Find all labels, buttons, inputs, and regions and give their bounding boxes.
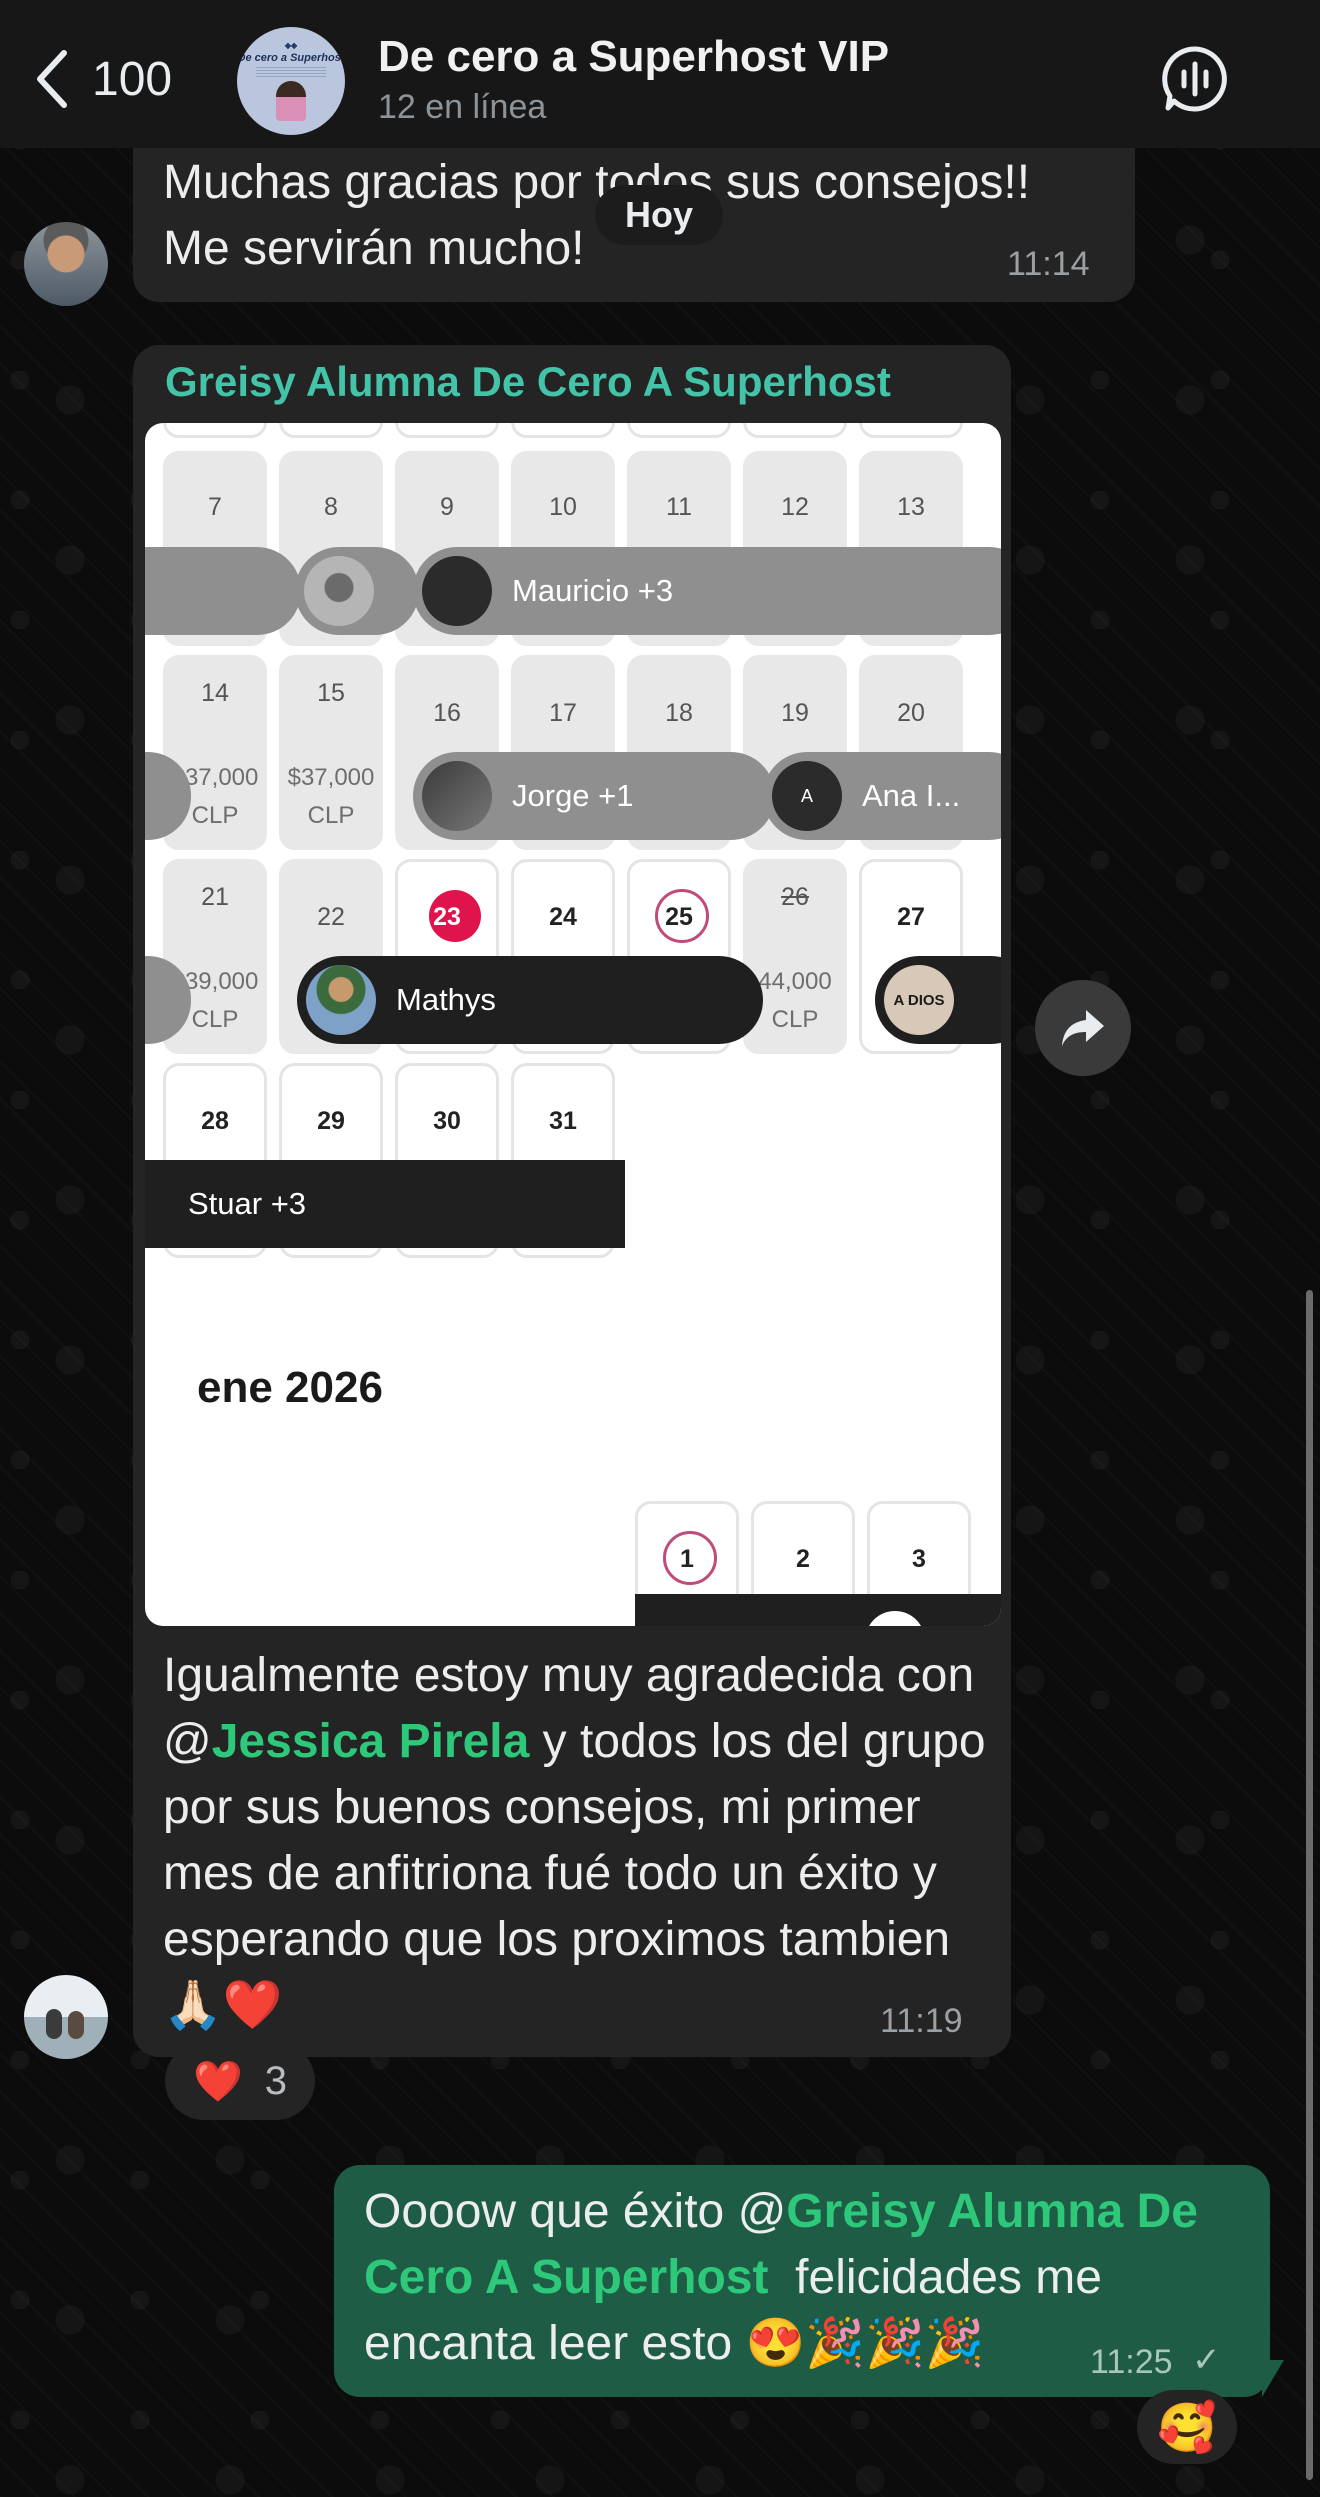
booking-bar xyxy=(145,547,301,635)
message-text: Igualmente estoy muy agradecida con @Jes… xyxy=(163,1643,998,2039)
calendar-day: 28 xyxy=(201,1107,229,1135)
guest-avatar: A xyxy=(772,761,842,831)
calendar-day: 7 xyxy=(208,493,222,521)
booking-guest: Ana I... xyxy=(862,778,961,813)
calendar-day: 24 xyxy=(549,903,577,931)
booking-guest: Jorge +1 xyxy=(512,778,634,813)
calendar-cell xyxy=(859,423,963,438)
sender-avatar[interactable] xyxy=(24,1975,108,2059)
calendar-day: 31 xyxy=(549,1107,577,1135)
mention-link[interactable]: Jessica Pirela xyxy=(212,1715,530,1768)
calendar-day: 11 xyxy=(666,493,692,521)
calendar-day: 2 xyxy=(796,1545,810,1573)
calendar-day: 9 xyxy=(440,493,454,521)
calendar-cell xyxy=(395,423,499,438)
message-reaction[interactable]: ❤️ 3 xyxy=(165,2042,315,2120)
calendar-day: 1 xyxy=(680,1545,694,1573)
guest-avatar xyxy=(422,761,492,831)
calendar-day: 15 xyxy=(317,679,345,707)
scrollbar[interactable] xyxy=(1306,1290,1313,2480)
forward-button[interactable] xyxy=(1035,980,1131,1076)
back-button[interactable]: 100 xyxy=(30,44,200,114)
booking-bar xyxy=(295,547,419,635)
avatar-figure xyxy=(68,2011,84,2039)
guest-avatar xyxy=(304,556,374,626)
calendar-day: 20 xyxy=(897,699,925,727)
guest-avatar xyxy=(306,965,376,1035)
avatar-figure xyxy=(46,2009,62,2039)
avatar-text-lines xyxy=(256,67,326,77)
calendar-cell xyxy=(743,423,847,438)
message-time: 11:25 xyxy=(1090,2343,1173,2381)
heart-icon: ❤️ xyxy=(192,2059,243,2104)
calendar-day: 18 xyxy=(665,699,693,727)
calendar-day-today: 23 xyxy=(433,903,461,931)
booking-bar: Jorge +1 xyxy=(413,752,775,840)
calendar-cell xyxy=(279,423,383,438)
sent-check-icon: ✓ xyxy=(1192,2341,1221,2379)
message-text-part: Oooow que éxito @ xyxy=(364,2185,787,2238)
booking-guest: Mathys xyxy=(396,982,496,1017)
booking-bar: Stuar +3 xyxy=(145,1160,625,1248)
online-status: 12 en línea xyxy=(378,88,547,126)
calendar-cell xyxy=(511,423,615,438)
group-title[interactable]: De cero a Superhost VIP xyxy=(378,32,889,82)
message-time: 11:14 xyxy=(1007,245,1090,283)
guest-avatar: A DIOS xyxy=(884,965,954,1035)
calendar-day: 22 xyxy=(317,903,345,931)
calendar-day: 29 xyxy=(317,1107,345,1135)
message-time: 11:19 xyxy=(880,2002,963,2040)
group-avatar[interactable]: ◆◆ De cero a Superhost xyxy=(237,27,345,135)
date-separator: Hoy xyxy=(595,185,723,245)
bubble-tail xyxy=(1262,2360,1284,2397)
sender-avatar[interactable] xyxy=(24,222,108,306)
month-label: ene 2026 xyxy=(197,1363,383,1412)
chevron-left-icon xyxy=(37,50,67,108)
booking-guest: Stuar +3 xyxy=(188,1186,307,1221)
calendar-day: 8 xyxy=(324,493,338,521)
sender-name[interactable]: Greisy Alumna De Cero A Superhost xyxy=(165,358,891,406)
booking-guest: Mauricio +3 xyxy=(512,573,674,608)
calendar-day: 12 xyxy=(781,493,809,521)
forward-icon xyxy=(1062,1010,1104,1046)
calendar-day: 3 xyxy=(912,1545,926,1573)
voice-chat-icon[interactable] xyxy=(1160,44,1230,114)
booking-bar: A Ana I... xyxy=(763,752,1001,840)
calendar-day: 21 xyxy=(201,883,229,911)
calendar-day: 25 xyxy=(665,903,693,931)
avatar-person xyxy=(276,81,306,121)
message-reaction[interactable]: 🥰 xyxy=(1137,2390,1237,2464)
reaction-count: 3 xyxy=(264,2058,288,2103)
guest-avatar xyxy=(422,556,492,626)
calendar-day: 13 xyxy=(897,493,925,521)
avatar-title: De cero a Superhost xyxy=(237,52,345,64)
calendar-cell xyxy=(163,423,267,438)
calendar-day: 17 xyxy=(549,699,577,727)
calendar-day: 27 xyxy=(897,903,925,931)
avatar-logo: ◆◆ xyxy=(284,41,298,50)
unread-count: 100 xyxy=(92,52,173,106)
image-attachment[interactable]: 7 8 9 10 11 12 13 Mauricio +3 14 15 16 1… xyxy=(145,423,1001,1626)
calendar-day: 30 xyxy=(433,1107,461,1135)
calendar-day: 10 xyxy=(549,493,577,521)
booking-bar xyxy=(635,1594,1001,1626)
calendar-day: 26 xyxy=(781,883,809,911)
calendar-day: 19 xyxy=(781,699,809,727)
calendar-day: 14 xyxy=(201,679,229,707)
booking-bar: Mauricio +3 xyxy=(413,547,1001,635)
calendar-cell xyxy=(627,423,731,438)
booking-bar: A DIOS xyxy=(875,956,1001,1044)
calendar-day: 16 xyxy=(433,699,461,727)
booking-bar: Mathys xyxy=(297,956,763,1044)
chat-header: 100 ◆◆ De cero a Superhost De cero a Sup… xyxy=(0,0,1320,148)
night-price: $37,000 CLP xyxy=(287,764,375,829)
